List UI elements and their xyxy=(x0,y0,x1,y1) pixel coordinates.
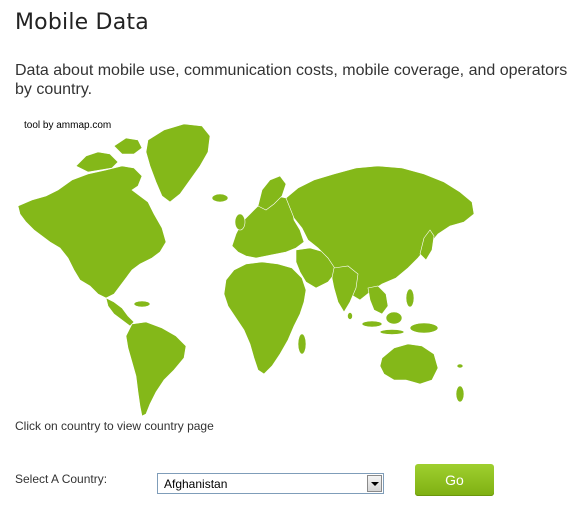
region-southeast-asia[interactable] xyxy=(367,285,389,315)
region-iceland[interactable] xyxy=(211,193,229,203)
region-arctic-islands[interactable] xyxy=(113,137,143,155)
region-philippines[interactable] xyxy=(405,288,415,308)
page-title: Mobile Data xyxy=(15,10,149,35)
region-indonesia-borneo[interactable] xyxy=(385,311,403,325)
region-central-america[interactable] xyxy=(105,297,135,327)
region-indonesia-sumatra[interactable] xyxy=(361,320,383,328)
region-madagascar[interactable] xyxy=(297,333,307,355)
chevron-down-icon[interactable] xyxy=(367,475,382,492)
page-intro: Data about mobile use, communication cos… xyxy=(15,62,568,98)
region-australia[interactable] xyxy=(379,343,439,385)
map-credit-link[interactable]: tool by ammap.com xyxy=(24,120,111,131)
select-country-label: Select A Country: xyxy=(15,472,108,486)
region-sri-lanka[interactable] xyxy=(347,312,353,320)
region-pacific-islands[interactable] xyxy=(456,363,464,369)
world-map-container: tool by ammap.com xyxy=(14,118,484,418)
region-north-america[interactable] xyxy=(17,165,167,299)
world-map[interactable] xyxy=(14,118,484,418)
region-uk[interactable] xyxy=(234,213,246,231)
region-indonesia-java[interactable] xyxy=(379,329,405,335)
region-africa[interactable] xyxy=(223,261,307,375)
go-button[interactable]: Go xyxy=(415,464,494,496)
map-hint: Click on country to view country page xyxy=(15,419,214,433)
region-south-america[interactable] xyxy=(125,321,187,417)
region-new-zealand[interactable] xyxy=(455,385,465,403)
region-caribbean[interactable] xyxy=(133,300,151,308)
country-select-value: Afghanistan xyxy=(164,477,228,491)
region-greenland[interactable] xyxy=(145,123,211,203)
region-new-guinea[interactable] xyxy=(409,322,439,334)
region-india[interactable] xyxy=(331,265,359,313)
country-select[interactable]: Afghanistan xyxy=(157,473,384,494)
